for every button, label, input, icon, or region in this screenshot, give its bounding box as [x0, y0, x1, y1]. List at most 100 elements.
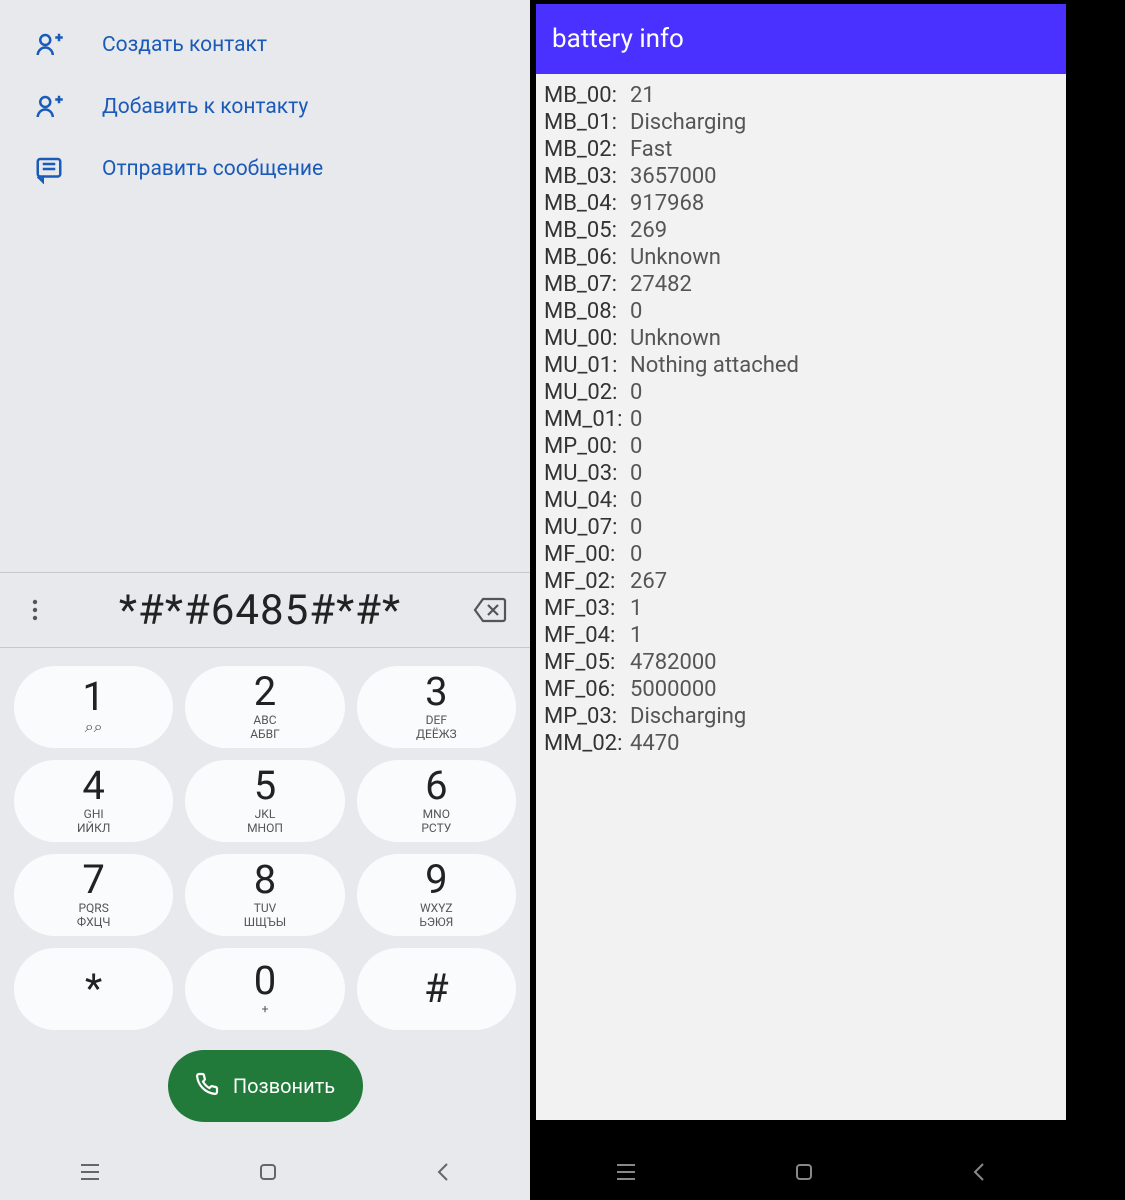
battery-val: Fast [630, 137, 672, 162]
battery-row: MB_07: 27482 [544, 271, 1058, 298]
battery-key: MU_01: [544, 353, 630, 378]
battery-row: MU_02: 0 [544, 379, 1058, 406]
nav-recents-button[interactable] [615, 1163, 637, 1181]
android-navbar [0, 1144, 530, 1200]
battery-key: MB_02: [544, 137, 630, 162]
key-8[interactable]: 8 TUV ШЩЪЫ [185, 854, 344, 936]
key-sub-cyrillic: МНОП [247, 822, 283, 836]
key-2[interactable]: 2 ABC АБВГ [185, 666, 344, 748]
black-separator [536, 1120, 1066, 1144]
battery-key: MU_07: [544, 515, 630, 540]
battery-val: 0 [630, 434, 642, 459]
battery-key: MU_03: [544, 461, 630, 486]
battery-key: MB_07: [544, 272, 630, 297]
battery-row: MB_04: 917968 [544, 190, 1058, 217]
battery-row: MB_06: Unknown [544, 244, 1058, 271]
battery-row: MB_08: 0 [544, 298, 1058, 325]
battery-val: Discharging [630, 110, 746, 135]
battery-val: 0 [630, 515, 642, 540]
battery-key: MB_06: [544, 245, 630, 270]
key-sub-cyrillic: ИЙКЛ [77, 822, 110, 836]
backspace-button[interactable] [470, 597, 510, 623]
battery-val: 0 [630, 488, 642, 513]
key-sub: WXYZ [420, 902, 453, 916]
battery-row: MU_00: Unknown [544, 325, 1058, 352]
key-0[interactable]: 0 + [185, 948, 344, 1030]
nav-back-button[interactable] [971, 1162, 987, 1182]
battery-val: 269 [630, 218, 667, 243]
add-to-contact-action[interactable]: Добавить к контакту [0, 76, 530, 138]
battery-val: 0 [630, 407, 642, 432]
battery-row: MF_03: 1 [544, 595, 1058, 622]
battery-key: MM_02: [544, 731, 630, 756]
battery-key: MF_06: [544, 677, 630, 702]
battery-val: 4470 [630, 731, 679, 756]
key-sub-cyrillic: РСТУ [421, 822, 451, 836]
battery-row: MF_02: 267 [544, 568, 1058, 595]
battery-val: Unknown [630, 326, 721, 351]
key-sub-cyrillic: ЬЭЮЯ [419, 916, 453, 930]
battery-row: MF_00: 0 [544, 541, 1058, 568]
message-icon [30, 154, 68, 184]
android-navbar [536, 1144, 1066, 1200]
create-contact-action[interactable]: Создать контакт [0, 14, 530, 76]
key-sub: MNO [423, 808, 450, 822]
send-message-action[interactable]: Отправить сообщение [0, 138, 530, 200]
dialer-actions: Создать контакт Добавить к контакту Отпр… [0, 0, 530, 200]
key-sub-cyrillic: АБВГ [250, 728, 280, 742]
nav-recents-button[interactable] [79, 1163, 101, 1181]
battery-val: Unknown [630, 245, 721, 270]
battery-val: 3657000 [630, 164, 717, 189]
key-1[interactable]: 1 ⌕⌕ [14, 666, 173, 748]
battery-row: MM_02: 4470 [544, 730, 1058, 757]
nav-back-button[interactable] [435, 1162, 451, 1182]
battery-row: MP_00: 0 [544, 433, 1058, 460]
battery-info-list: MB_00: 21MB_01: DischargingMB_02: FastMB… [536, 74, 1066, 1120]
battery-key: MM_01: [544, 407, 630, 432]
call-button[interactable]: Позвонить [168, 1050, 363, 1122]
battery-row: MF_04: 1 [544, 622, 1058, 649]
battery-row: MP_03: Discharging [544, 703, 1058, 730]
nav-home-button[interactable] [258, 1162, 278, 1182]
key-digit: 6 [425, 766, 447, 806]
battery-key: MF_03: [544, 596, 630, 621]
key-star[interactable]: * [14, 948, 173, 1030]
key-hash[interactable]: # [357, 948, 516, 1030]
battery-key: MU_00: [544, 326, 630, 351]
action-label: Отправить сообщение [102, 157, 323, 181]
action-label: Создать контакт [102, 33, 267, 57]
phone-icon [195, 1072, 219, 1101]
battery-row: MF_05: 4782000 [544, 649, 1058, 676]
nav-home-button[interactable] [794, 1162, 814, 1182]
key-digit: 8 [254, 860, 276, 900]
battery-row: MB_03: 3657000 [544, 163, 1058, 190]
person-add-icon [30, 92, 68, 122]
key-digit: 2 [254, 672, 276, 712]
key-5[interactable]: 5 JKL МНОП [185, 760, 344, 842]
person-add-icon [30, 30, 68, 60]
dialed-number: *#*#6485#*#* [50, 586, 470, 635]
key-sub-cyrillic: ДЕЁЖЗ [416, 728, 457, 742]
battery-row: MF_06: 5000000 [544, 676, 1058, 703]
battery-row: MU_01: Nothing attached [544, 352, 1058, 379]
key-9[interactable]: 9 WXYZ ЬЭЮЯ [357, 854, 516, 936]
key-3[interactable]: 3 DEF ДЕЁЖЗ [357, 666, 516, 748]
battery-val: 4782000 [630, 650, 717, 675]
key-7[interactable]: 7 PQRS ФХЦЧ [14, 854, 173, 936]
battery-key: MB_01: [544, 110, 630, 135]
key-6[interactable]: 6 MNO РСТУ [357, 760, 516, 842]
dialer-screen: Создать контакт Добавить к контакту Отпр… [0, 0, 530, 1200]
battery-key: MB_05: [544, 218, 630, 243]
battery-val: 1 [630, 596, 642, 621]
key-sub: ABC [253, 714, 276, 728]
battery-key: MB_00: [544, 83, 630, 108]
key-digit: 1 [82, 677, 104, 717]
battery-key: MP_00: [544, 434, 630, 459]
battery-row: MB_02: Fast [544, 136, 1058, 163]
key-4[interactable]: 4 GHI ИЙКЛ [14, 760, 173, 842]
battery-key: MB_03: [544, 164, 630, 189]
battery-row: MU_07: 0 [544, 514, 1058, 541]
battery-key: MF_00: [544, 542, 630, 567]
battery-key: MU_02: [544, 380, 630, 405]
more-options-button[interactable] [20, 598, 50, 622]
